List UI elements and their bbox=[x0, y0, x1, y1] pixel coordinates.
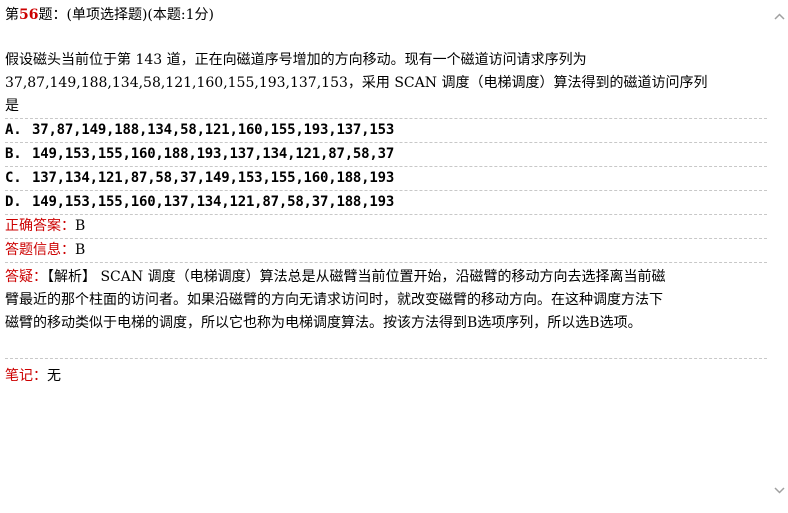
chevron-up-icon[interactable] bbox=[771, 8, 788, 25]
option-text: 149,153,155,160,188,193,137,134,121,87,5… bbox=[32, 146, 395, 162]
analysis-line: 磁臂的移动类似于电梯的调度，所以它也称为电梯调度算法。按该方法得到B选项序列，所… bbox=[5, 315, 642, 331]
option-letter: B. bbox=[5, 146, 22, 162]
question-prefix: 第 bbox=[5, 7, 19, 23]
analysis-label: 答疑： bbox=[5, 269, 47, 285]
correct-answer: 正确答案：B bbox=[5, 215, 767, 238]
note-section: 笔记：无 bbox=[5, 363, 767, 389]
option-letter: A. bbox=[5, 122, 22, 138]
note-label: 笔记： bbox=[5, 368, 47, 384]
option-d: D. 149,153,155,160,137,134,121,87,58,37,1… bbox=[5, 191, 767, 214]
option-letter: D. bbox=[5, 194, 22, 210]
note-value: 无 bbox=[47, 368, 61, 384]
question-type: 题：(单项选择题)(本题:1分) bbox=[38, 7, 214, 23]
question-header: 第56题：(单项选择题)(本题:1分) bbox=[5, 3, 767, 27]
response-value: B bbox=[75, 242, 86, 258]
vertical-scrollbar[interactable] bbox=[771, 0, 788, 513]
analysis-section: 答疑：【解析】 SCAN 调度（电梯调度）算法总是从磁臂当前位置开始，沿磁臂的移… bbox=[5, 266, 767, 358]
option-text: 37,87,149,188,134,58,121,160,155,193,137… bbox=[32, 122, 395, 138]
option-letter: C. bbox=[5, 170, 22, 186]
option-text: 149,153,155,160,137,134,121,87,58,37,188… bbox=[32, 194, 395, 210]
chevron-down-icon[interactable] bbox=[771, 482, 788, 499]
option-c: C. 137,134,121,87,58,37,149,153,155,160,1… bbox=[5, 167, 767, 190]
response-label: 答题信息： bbox=[5, 242, 75, 258]
option-b: B. 149,153,155,160,188,193,137,134,121,87… bbox=[5, 143, 767, 166]
divider bbox=[5, 358, 767, 359]
stem-line: 37,87,149,188,134,58,121,160,155,193,137… bbox=[5, 75, 708, 91]
stem-line: 是 bbox=[5, 98, 19, 114]
stem-line: 假设磁头当前位于第 143 道，正在向磁道序号增加的方向移动。现有一个磁道访问请… bbox=[5, 52, 587, 68]
question-number: 56 bbox=[19, 7, 39, 23]
divider bbox=[5, 262, 767, 263]
analysis-line: 臂最近的那个柱面的访问者。如果沿磁臂的方向无请求访问时，就改变磁臂的移动方向。在… bbox=[5, 292, 663, 308]
option-a: A. 37,87,149,188,134,58,121,160,155,193,1… bbox=[5, 119, 767, 142]
correct-answer-label: 正确答案： bbox=[5, 218, 75, 234]
option-text: 137,134,121,87,58,37,149,153,155,160,188… bbox=[32, 170, 395, 186]
question-panel: 第56题：(单项选择题)(本题:1分) 假设磁头当前位于第 143 道，正在向磁… bbox=[5, 0, 767, 389]
analysis-line: 【解析】 SCAN 调度（电梯调度）算法总是从磁臂当前位置开始，沿磁臂的移动方向… bbox=[47, 269, 666, 285]
correct-answer-value: B bbox=[75, 218, 86, 234]
response-info: 答题信息：B bbox=[5, 239, 767, 262]
question-stem: 假设磁头当前位于第 143 道，正在向磁道序号增加的方向移动。现有一个磁道访问请… bbox=[5, 49, 767, 118]
